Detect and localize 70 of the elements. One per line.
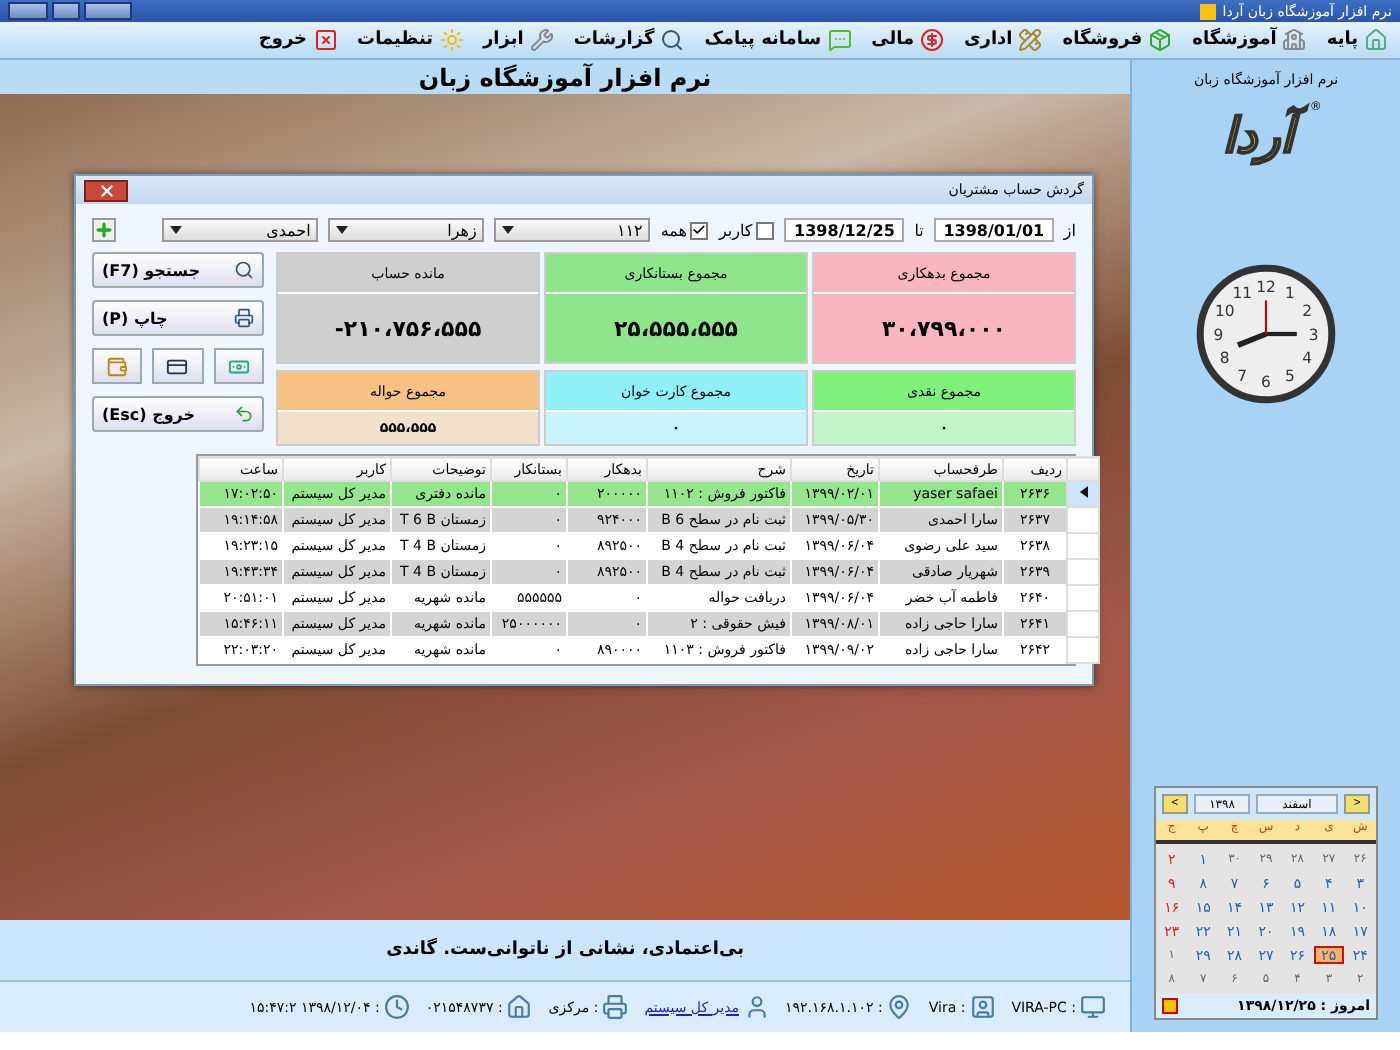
quote-text: بی‌اعتمادی، نشانی از ناتوانی‌ست. گاندی	[0, 920, 1130, 980]
box-icon	[1148, 28, 1173, 52]
menu-item[interactable]: سامانه پیامک	[704, 28, 852, 52]
dropdown[interactable]: ۱۱۲	[494, 218, 651, 242]
cash-button[interactable]	[92, 348, 143, 384]
menu-item[interactable]: فروشگاه	[1062, 28, 1173, 52]
add-button[interactable]	[92, 218, 116, 242]
menu-item[interactable]: آموزشگاه	[1192, 28, 1307, 52]
row-pointer-icon	[1079, 486, 1087, 498]
summary-value: ۳۰،۷۹۹،۰۰۰	[814, 294, 1074, 362]
dollar-coin-icon	[920, 28, 945, 52]
undo-arrow-icon	[234, 404, 254, 424]
map-pin-icon	[886, 994, 913, 1020]
from-date-field[interactable]: 1398/01/01	[933, 218, 1054, 242]
house-icon	[1364, 28, 1388, 52]
checkbox-label: همه	[660, 221, 687, 239]
menu-item[interactable]: پایه	[1326, 28, 1388, 52]
clock-icon	[383, 994, 410, 1020]
close-icon	[97, 181, 115, 199]
house-icon	[506, 994, 533, 1020]
menu-item[interactable]: تنظیمات	[357, 28, 463, 52]
checkbox[interactable]	[690, 221, 709, 239]
close-icon	[313, 28, 338, 52]
user-icon	[743, 994, 769, 1020]
checkmark-icon	[692, 222, 707, 238]
print-button[interactable]: چاپ (P)	[92, 300, 264, 336]
close-button[interactable]	[84, 179, 128, 201]
summary-value: ۲۵،۵۵۵،۵۵۵	[546, 294, 806, 362]
wallet-icon	[106, 355, 129, 377]
minimize-button[interactable]	[8, 2, 48, 20]
exit-button[interactable]: خروج (Esc)	[92, 396, 264, 432]
search-button[interactable]: جستجو (F7)	[92, 252, 264, 288]
close-button[interactable]	[84, 2, 132, 20]
banknote-icon	[227, 355, 250, 377]
dropdown[interactable]: احمدی	[162, 218, 319, 242]
chat-bubble-icon	[827, 28, 852, 52]
printer-icon	[234, 308, 254, 328]
caret-icon	[170, 226, 183, 234]
from-label: از	[1063, 221, 1076, 239]
menu-item[interactable]: اداری	[964, 28, 1043, 52]
school-icon	[1282, 28, 1307, 52]
today-button[interactable]	[1162, 998, 1178, 1014]
card-icon	[166, 355, 189, 377]
checkbox[interactable]	[756, 221, 775, 239]
checkbox-label: کاربر	[718, 221, 753, 239]
search-icon	[660, 28, 685, 52]
logo-text: آردا	[1210, 100, 1306, 172]
menu-item[interactable]: مالی	[871, 28, 945, 52]
card-button[interactable]	[152, 348, 204, 384]
pencil-ruler-icon	[1018, 28, 1043, 52]
app-icon	[1200, 3, 1217, 19]
summary-value: -۲۱۰،۷۵۶،۵۵۵	[278, 294, 538, 362]
wrench-icon	[529, 28, 554, 52]
caret-icon	[502, 226, 515, 234]
dropdown[interactable]: زهرا	[328, 218, 485, 242]
caret-icon	[336, 226, 349, 234]
menu-item[interactable]: ابزار	[483, 28, 554, 52]
user-monitor-icon	[969, 994, 996, 1020]
search-icon	[234, 260, 254, 280]
menu-item[interactable]: خروج	[258, 28, 338, 52]
to-date-field[interactable]: 1398/12/25	[784, 218, 905, 242]
transfer-button[interactable]	[213, 348, 264, 384]
sun-icon	[439, 28, 463, 52]
plus-icon	[94, 220, 114, 240]
to-label: تا	[914, 221, 924, 239]
menu-item[interactable]: گزارشات	[573, 28, 685, 52]
monitor-icon	[1080, 994, 1106, 1020]
app-heading: نرم افزار آموزشگاه زبان	[0, 60, 1130, 94]
row-indicator[interactable]	[1067, 481, 1099, 507]
restore-button[interactable]	[52, 2, 80, 20]
